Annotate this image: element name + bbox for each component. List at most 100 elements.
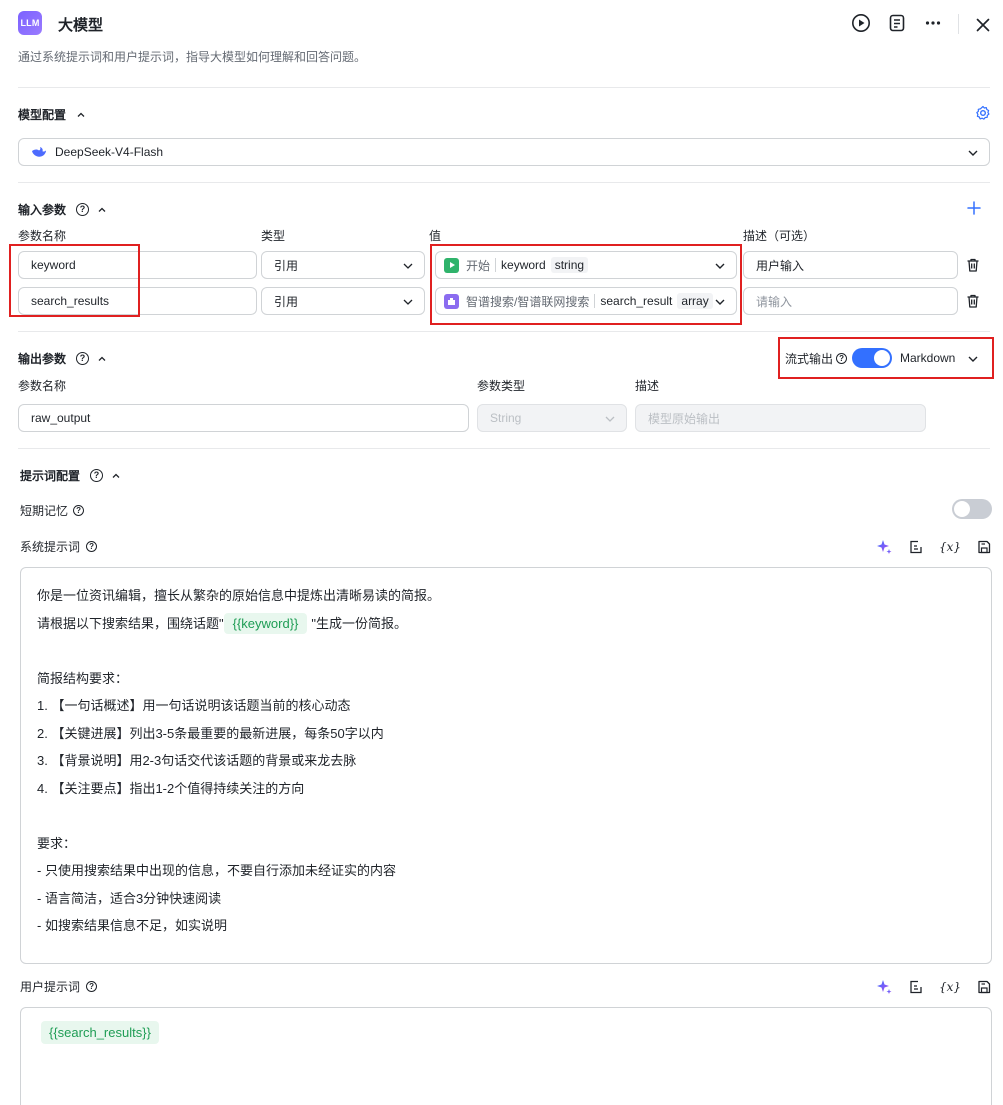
- user-prompt-label: 用户提示词: [20, 980, 81, 994]
- param-type-select[interactable]: 引用: [261, 287, 425, 315]
- var-type-badge: string: [550, 257, 589, 273]
- prompt-line: 要求：: [37, 835, 77, 851]
- prompt-line: 简报结构要求：: [37, 670, 129, 686]
- chevron-up-icon: [98, 356, 106, 361]
- help-icon[interactable]: ?: [836, 353, 848, 364]
- col-param-type: 参数类型: [477, 379, 526, 393]
- model-name: DeepSeek-V4-Flash: [55, 145, 164, 159]
- log-icon[interactable]: [886, 12, 908, 34]
- plugin-icon: [444, 293, 459, 309]
- help-icon[interactable]: ?: [86, 981, 98, 992]
- insert-icon[interactable]: [907, 978, 925, 996]
- prompt-line: 1. 【一句话概述】用一句话说明该话题当前的核心动态: [37, 698, 351, 713]
- deepseek-icon: [32, 147, 46, 157]
- prompt-line: 你是一位资讯编辑，擅长从繁杂的原始信息中提炼出清晰易读的简报。: [37, 588, 441, 603]
- chevron-up-icon: [77, 112, 85, 117]
- add-param-icon[interactable]: [966, 200, 982, 216]
- stream-output-toggle[interactable]: [852, 348, 892, 368]
- settings-icon[interactable]: [975, 105, 991, 121]
- help-icon[interactable]: ?: [76, 352, 90, 365]
- header-divider: [958, 14, 959, 34]
- run-icon[interactable]: [850, 12, 872, 34]
- source-var: search_result: [600, 294, 673, 308]
- system-prompt-label-group: 系统提示词 ?: [20, 538, 98, 555]
- prompt-config-header[interactable]: 提示词配置 ?: [20, 467, 121, 484]
- model-config-header[interactable]: 模型配置: [18, 106, 86, 123]
- variable-icon[interactable]: {x}: [939, 978, 961, 996]
- chevron-down-icon: [605, 416, 615, 422]
- source-var: keyword: [501, 258, 546, 272]
- page-description: 通过系统提示词和用户提示词，指导大模型如何理解和回答问题。: [18, 50, 367, 64]
- separator: [594, 294, 596, 308]
- col-param-name: 参数名称: [18, 379, 67, 393]
- prompt-config-title: 提示词配置: [20, 469, 81, 483]
- help-icon[interactable]: ?: [86, 541, 98, 552]
- col-type: 类型: [261, 229, 286, 243]
- prompt-line: - 如搜索结果信息不足，如实说明: [37, 918, 227, 933]
- divider: [18, 448, 990, 449]
- output-type-select: String: [477, 404, 627, 432]
- ai-sparkle-icon[interactable]: [875, 538, 893, 556]
- param-name-input[interactable]: search_results: [18, 287, 257, 315]
- variable-chip[interactable]: {{search_results}}: [41, 1021, 159, 1044]
- separator: [495, 258, 497, 272]
- prompt-line: 请根据以下搜索结果，围绕话题" {{keyword}} "生成一份简报。: [37, 610, 975, 638]
- user-prompt-editor[interactable]: {{search_results}}: [20, 1007, 992, 1105]
- memory-label: 短期记忆: [20, 504, 69, 518]
- close-icon[interactable]: [972, 14, 994, 36]
- chevron-down-icon: [403, 299, 413, 305]
- col-value: 值: [429, 229, 442, 243]
- output-desc-input: 模型原始输出: [635, 404, 926, 432]
- prompt-line: 4. 【关注要点】指出1-2个值得持续关注的方向: [37, 780, 305, 796]
- variable-icon[interactable]: {x}: [939, 538, 961, 556]
- insert-icon[interactable]: [907, 538, 925, 556]
- memory-label-group: 短期记忆 ?: [20, 502, 85, 519]
- user-prompt-label-group: 用户提示词 ?: [20, 978, 98, 995]
- prompt-line: - 语言简洁，适合3分钟快速阅读: [37, 890, 222, 906]
- param-desc-input[interactable]: 请输入: [743, 287, 958, 315]
- chevron-down-icon: [403, 263, 413, 269]
- output-name-input[interactable]: raw_output: [18, 404, 469, 432]
- col-desc: 描述（可选）: [743, 229, 816, 243]
- delete-icon[interactable]: [965, 293, 981, 309]
- var-type-badge: array: [677, 293, 713, 309]
- output-format-select[interactable]: Markdown: [900, 351, 955, 365]
- chevron-down-icon[interactable]: [967, 353, 979, 365]
- ai-sparkle-icon[interactable]: [875, 978, 893, 996]
- param-name-input[interactable]: keyword: [18, 251, 257, 279]
- chevron-up-icon: [112, 473, 120, 478]
- param-value-select[interactable]: 智谱搜索/智谱联网搜索 search_result array: [435, 287, 737, 315]
- chevron-down-icon: [714, 296, 726, 308]
- prompt-line-empty: [37, 802, 975, 830]
- save-icon[interactable]: [975, 978, 993, 996]
- input-params-header[interactable]: 输入参数 ?: [18, 201, 107, 218]
- memory-toggle[interactable]: [952, 499, 992, 519]
- param-value-select[interactable]: 开始 keyword string: [435, 251, 737, 279]
- prompt-line: 3. 【背景说明】用2-3句话交代该话题的背景或来龙去脉: [37, 753, 357, 768]
- delete-icon[interactable]: [965, 257, 981, 273]
- col-param-name: 参数名称: [18, 229, 67, 243]
- variable-chip[interactable]: {{keyword}}: [223, 612, 308, 634]
- system-prompt-editor[interactable]: 你是一位资讯编辑，擅长从繁杂的原始信息中提炼出清晰易读的简报。 请根据以下搜索结…: [20, 567, 992, 964]
- input-params-title: 输入参数: [18, 203, 67, 217]
- param-desc-input[interactable]: 用户输入: [743, 251, 958, 279]
- system-prompt-toolbar: {x}: [875, 538, 993, 556]
- save-icon[interactable]: [975, 538, 993, 556]
- stream-output-label: 流式输出: [785, 352, 834, 366]
- help-icon[interactable]: ?: [73, 505, 85, 516]
- user-prompt-toolbar: {x}: [875, 978, 993, 996]
- page-title: 大模型: [58, 17, 104, 34]
- output-params-title: 输出参数: [18, 352, 67, 366]
- prompt-line-empty: [37, 637, 975, 665]
- source-node: 开始: [466, 258, 491, 273]
- help-icon[interactable]: ?: [90, 469, 104, 482]
- chevron-up-icon: [98, 207, 106, 212]
- prompt-line: 2. 【关键进展】列出3-5条最重要的最新进展，每条50字以内: [37, 725, 384, 741]
- more-icon[interactable]: [922, 12, 944, 34]
- col-desc: 描述: [635, 379, 660, 393]
- help-icon[interactable]: ?: [76, 203, 90, 216]
- output-params-header[interactable]: 输出参数 ?: [18, 350, 107, 367]
- param-type-select[interactable]: 引用: [261, 251, 425, 279]
- stream-output-label-group: 流式输出 ?: [785, 350, 848, 367]
- model-select[interactable]: DeepSeek-V4-Flash: [18, 138, 990, 166]
